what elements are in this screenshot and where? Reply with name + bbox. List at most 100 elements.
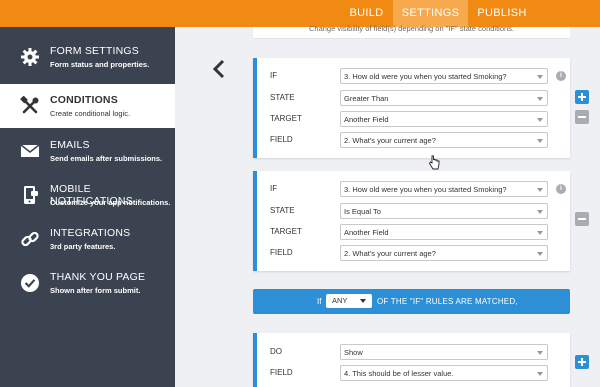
target-label: TARGET — [270, 227, 302, 236]
chevron-down-icon — [537, 372, 543, 376]
info-icon[interactable]: i — [556, 184, 566, 194]
sidebar-item-thank-you-page[interactable]: THANK YOU PAGE Shown after form submit. — [0, 261, 175, 305]
state-label: STATE — [270, 206, 295, 215]
sidebar-item-subtitle: Shown after form submit. — [50, 286, 141, 295]
remove-condition-button[interactable] — [575, 110, 589, 124]
target-row: TARGET Another Field — [257, 224, 570, 241]
field-label: FIELD — [270, 248, 293, 257]
match-mode-select[interactable]: ANY — [326, 294, 372, 308]
sidebar-item-title: FORM SETTINGS — [50, 45, 139, 57]
sidebar-item-subtitle: 3rd party features. — [50, 242, 116, 251]
match-mode-value: ANY — [332, 296, 348, 305]
do-row: DO Show — [257, 344, 570, 361]
state-label: STATE — [270, 93, 295, 102]
gear-icon — [21, 48, 39, 66]
hand-cursor-icon — [428, 155, 440, 170]
sidebar-item-mobile-notifications[interactable]: MOBILE NOTIFICATIONS Customize your app … — [0, 173, 175, 217]
chevron-down-icon — [537, 97, 543, 101]
if-row: IF 3. How old were you when you started … — [257, 181, 570, 198]
plus-icon-stem — [581, 358, 583, 366]
top-nav-bar: BUILD SETTINGS PUBLISH — [0, 0, 600, 27]
field-label: FIELD — [270, 368, 293, 377]
condition-rule-card: IF 3. How old were you when you started … — [253, 58, 570, 158]
target-select[interactable]: Another Field — [340, 224, 548, 240]
do-action-select[interactable]: Show — [340, 344, 548, 360]
chevron-down-icon — [537, 231, 543, 235]
if-field-select[interactable]: 3. How old were you when you started Smo… — [340, 68, 548, 84]
action-field-row: FIELD 4. This should be of lesser value. — [257, 365, 570, 382]
sidebar-item-subtitle: Customize your app notifications. — [50, 198, 171, 207]
field-select[interactable]: 2. What's your current age? — [340, 132, 548, 148]
envelope-icon — [20, 144, 40, 157]
if-field-value: 3. How old were you when you started Smo… — [344, 72, 507, 81]
info-icon[interactable]: i — [556, 71, 566, 81]
sidebar-item-integrations[interactable]: INTEGRATIONS 3rd party features. — [0, 217, 175, 261]
field-label: FIELD — [270, 135, 293, 144]
target-value: Another Field — [344, 228, 389, 237]
target-row: TARGET Another Field — [257, 111, 570, 128]
state-select[interactable]: Is Equal To — [340, 203, 548, 219]
tab-publish[interactable]: PUBLISH — [468, 0, 536, 27]
chevron-down-icon — [537, 210, 543, 214]
sidebar-item-emails[interactable]: EMAILS Send emails after submissions. — [0, 129, 175, 173]
match-rule-bar: If ANY OF THE "IF" RULES ARE MATCHED, — [253, 289, 570, 314]
if-label: IF — [270, 71, 278, 80]
check-circle-icon — [21, 274, 39, 292]
match-prefix: If — [317, 297, 322, 306]
chevron-down-icon — [537, 118, 543, 122]
sidebar-item-title: EMAILS — [50, 139, 90, 151]
sidebar-item-form-settings[interactable]: FORM SETTINGS Form status and properties… — [0, 35, 175, 79]
caret-down-icon — [360, 299, 366, 303]
add-condition-button[interactable] — [575, 90, 589, 104]
state-value: Greater Than — [344, 94, 389, 103]
state-select[interactable]: Greater Than — [340, 90, 548, 106]
settings-sidebar: FORM SETTINGS Form status and properties… — [0, 27, 175, 387]
field-select[interactable]: 2. What's your current age? — [340, 245, 548, 261]
chevron-down-icon — [537, 139, 543, 143]
field-row: FIELD 2. What's your current age? — [257, 245, 570, 262]
mobile-icon — [24, 186, 38, 204]
sidebar-item-title: INTEGRATIONS — [50, 227, 131, 239]
description-card: Change visibility of field(s) depending … — [253, 24, 570, 39]
field-row: FIELD 2. What's your current age? — [257, 132, 570, 149]
if-label: IF — [270, 184, 278, 193]
sidebar-item-subtitle: Send emails after submissions. — [50, 154, 163, 163]
action-card: DO Show FIELD 4. This should be of lesse… — [253, 333, 570, 387]
if-field-value: 3. How old were you when you started Smo… — [344, 185, 507, 194]
chevron-down-icon — [537, 188, 543, 192]
tab-build[interactable]: BUILD — [340, 0, 393, 27]
tools-icon — [20, 96, 39, 114]
target-value: Another Field — [344, 115, 389, 124]
field-value: 2. What's your current age? — [344, 249, 436, 258]
sidebar-item-title: CONDITIONS — [50, 94, 118, 106]
sidebar-item-conditions[interactable]: CONDITIONS Create conditional logic. — [0, 84, 175, 128]
conditions-description: Change visibility of field(s) depending … — [308, 24, 515, 33]
state-row: STATE Is Equal To — [257, 203, 570, 220]
sidebar-item-subtitle: Form status and properties. — [50, 60, 150, 69]
action-field-select[interactable]: 4. This should be of lesser value. — [340, 365, 548, 381]
state-value: Is Equal To — [344, 207, 381, 216]
condition-rule-card: IF 3. How old were you when you started … — [253, 171, 570, 271]
plus-icon-stem — [581, 93, 583, 101]
state-row: STATE Greater Than — [257, 90, 570, 107]
chevron-left-icon[interactable] — [212, 59, 226, 79]
minus-icon — [578, 116, 586, 118]
target-select[interactable]: Another Field — [340, 111, 548, 127]
if-field-select[interactable]: 3. How old were you when you started Smo… — [340, 181, 548, 197]
sidebar-item-subtitle: Create conditional logic. — [50, 109, 131, 118]
do-action-value: Show — [344, 348, 363, 357]
match-suffix: OF THE "IF" RULES ARE MATCHED, — [377, 297, 518, 306]
chevron-down-icon — [537, 351, 543, 355]
sidebar-item-title: THANK YOU PAGE — [50, 271, 146, 283]
chevron-down-icon — [537, 75, 543, 79]
target-label: TARGET — [270, 114, 302, 123]
if-row: IF 3. How old were you when you started … — [257, 68, 570, 85]
chevron-down-icon — [537, 252, 543, 256]
field-value: 2. What's your current age? — [344, 136, 436, 145]
action-field-value: 4. This should be of lesser value. — [344, 369, 454, 378]
do-label: DO — [270, 347, 282, 356]
add-action-button[interactable] — [575, 355, 589, 369]
tab-settings[interactable]: SETTINGS — [393, 0, 468, 27]
remove-condition-button[interactable] — [575, 212, 589, 226]
link-icon — [21, 231, 39, 247]
